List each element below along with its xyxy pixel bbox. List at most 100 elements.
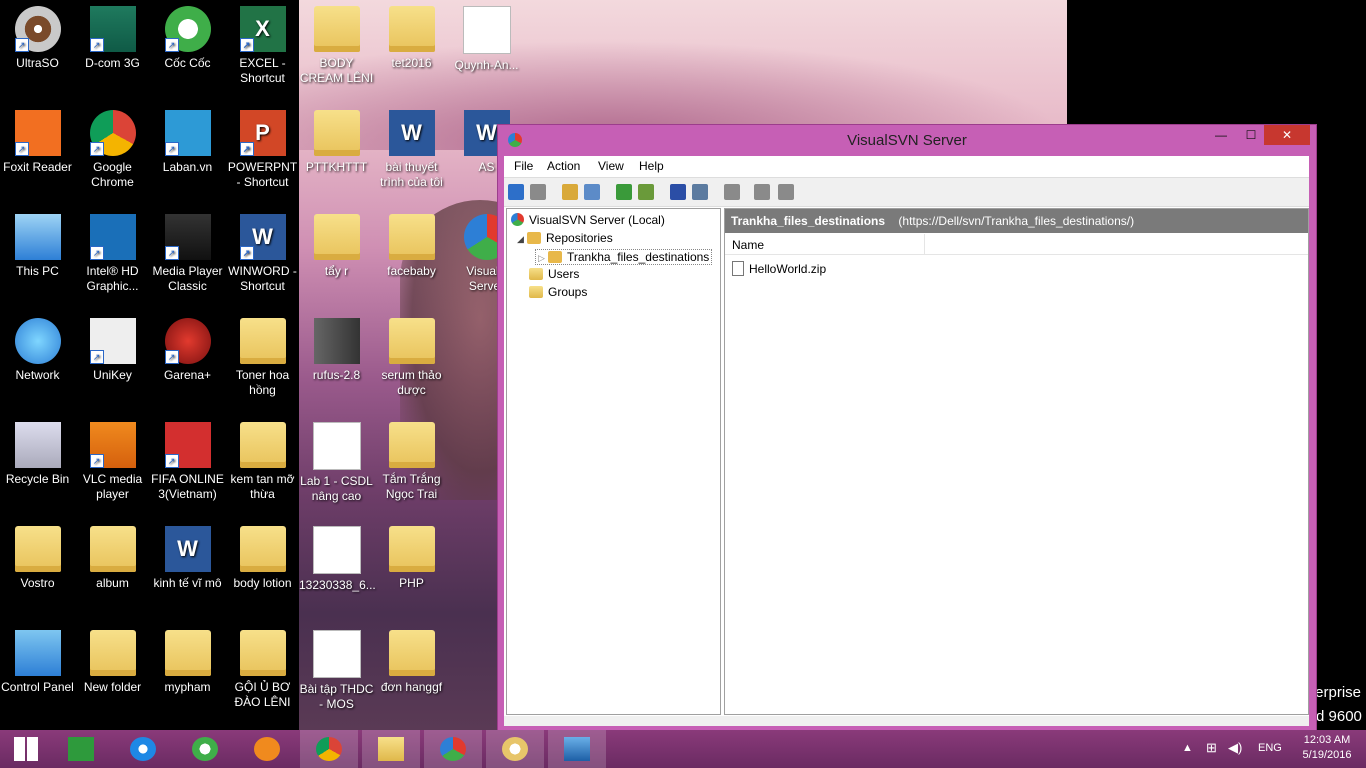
desktop-icon[interactable]: BODY CREAM LÊNI — [299, 0, 374, 86]
desktop-icon-label: POWERPNT - Shortcut — [227, 160, 298, 189]
desktop-icon[interactable]: X ↗ EXCEL - Shortcut — [225, 0, 300, 86]
desktop-icon[interactable]: ↗ D-com 3G — [75, 0, 150, 71]
tree-node-repo[interactable]: ▷ Trankha_files_destinations — [535, 249, 713, 265]
desktop-icon[interactable]: Recycle Bin — [0, 416, 75, 487]
settings-icon[interactable] — [778, 184, 794, 200]
desktop-icon[interactable]: This PC — [0, 208, 75, 279]
desktop-icon[interactable]: ↗ VLC media player — [75, 416, 150, 502]
desktop-icon[interactable]: đơn hanggf — [374, 624, 449, 695]
network-tray-icon[interactable]: ⊞ — [1206, 740, 1217, 756]
volume-icon[interactable]: ◀) — [1228, 740, 1242, 756]
desktop-icon[interactable]: PTTKHTTT — [299, 104, 374, 175]
paint-icon — [502, 737, 528, 761]
up-folder-icon[interactable] — [562, 184, 578, 200]
taskbar-item[interactable] — [362, 730, 420, 768]
clock[interactable]: 12:03 AM 5/19/2016 — [1288, 733, 1366, 763]
shortcut-arrow-icon: ↗ — [239, 142, 254, 156]
desktop-icon[interactable]: ↗ UniKey — [75, 312, 150, 383]
help-icon[interactable] — [670, 184, 686, 200]
desktop-icon[interactable]: ↗ Garena+ — [150, 312, 225, 383]
properties-icon[interactable] — [692, 184, 708, 200]
desktop-icon[interactable]: Vostro — [0, 520, 75, 591]
desktop-icon-label: D-com 3G — [85, 56, 140, 70]
desktop-icon[interactable]: ↗ Intel® HD Graphic... — [75, 208, 150, 294]
tree-node-groups[interactable]: Groups — [529, 285, 587, 299]
taskbar-item[interactable] — [486, 730, 544, 768]
maximize-button[interactable]: ☐ — [1234, 125, 1268, 145]
desktop-icon[interactable]: PHP — [374, 520, 449, 591]
desktop-icon[interactable]: Network — [0, 312, 75, 383]
taskbar-item[interactable] — [548, 730, 606, 768]
desktop-icon[interactable]: Control Panel — [0, 624, 75, 695]
collapse-arrow-icon[interactable]: ▷ — [538, 253, 548, 264]
tree-node-server[interactable]: VisualSVN Server (Local) — [511, 213, 665, 227]
desktop-icon[interactable]: ↗ Cốc Cốc — [150, 0, 225, 71]
desktop-icon[interactable]: 13230338_6... — [299, 520, 376, 593]
desktop-icon[interactable]: GỘI Ủ BƠ ĐÀO LÊNI — [225, 624, 300, 710]
window-titlebar[interactable]: VisualSVN Server — ☐ ✕ — [498, 125, 1316, 155]
taskbar-item[interactable] — [52, 730, 110, 768]
shortcut-arrow-icon: ↗ — [89, 142, 104, 156]
taskbar-item[interactable] — [176, 730, 234, 768]
photo-viewer-icon — [564, 737, 590, 761]
shortcut-arrow-icon: ↗ — [89, 350, 104, 364]
file-explorer-icon — [378, 737, 404, 761]
taskbar-item[interactable] — [0, 730, 58, 768]
export-icon[interactable] — [638, 184, 654, 200]
refresh-icon[interactable] — [616, 184, 632, 200]
desktop-icon[interactable]: W ↗ WINWORD - Shortcut — [225, 208, 300, 294]
menu-view[interactable]: View — [598, 159, 624, 173]
desktop-icon[interactable]: tẩy r — [299, 208, 374, 279]
visualsvn-window: VisualSVN Server — ☐ ✕ File Action View … — [497, 124, 1317, 732]
chrome-icon — [316, 737, 342, 761]
taskbar-item[interactable] — [300, 730, 358, 768]
close-button[interactable]: ✕ — [1264, 125, 1310, 145]
column-divider[interactable] — [924, 234, 925, 254]
desktop-icon[interactable]: ↗ Google Chrome — [75, 104, 150, 190]
photo-icon — [462, 6, 511, 54]
desktop-icon[interactable]: body lotion — [225, 520, 300, 591]
command-icon[interactable] — [754, 184, 770, 200]
minimize-button[interactable]: — — [1204, 125, 1238, 145]
taskbar-item[interactable] — [424, 730, 482, 768]
desktop-icon[interactable]: tet2016 — [374, 0, 449, 71]
menu-help[interactable]: Help — [639, 159, 664, 173]
desktop-icon[interactable]: ↗ UltraSO — [0, 0, 75, 71]
column-name-header[interactable]: Name — [732, 238, 764, 252]
desktop-icon[interactable]: Quynh-An... — [449, 0, 524, 73]
tree-node-repositories[interactable]: ◢ Repositories — [517, 231, 613, 245]
desktop-icon[interactable]: Tắm Trắng Ngọc Trai — [374, 416, 449, 502]
desktop-icon[interactable]: Toner hoa hồng — [225, 312, 300, 398]
desktop-icon[interactable]: serum thảo dược — [374, 312, 449, 398]
desktop-icon[interactable]: rufus-2.8 — [299, 312, 374, 383]
show-hidden-icons-icon[interactable]: ▲ — [1182, 742, 1193, 754]
forward-arrow-icon[interactable] — [530, 184, 546, 200]
desktop-icon[interactable]: Wbài thuyết trình của tôi — [374, 104, 449, 190]
back-arrow-icon[interactable] — [508, 184, 524, 200]
taskbar-item[interactable] — [114, 730, 172, 768]
desktop-icon[interactable]: album — [75, 520, 150, 591]
desktop-icon[interactable]: mypham — [150, 624, 225, 695]
desktop-icon[interactable]: kem tan mỡ thừa — [225, 416, 300, 502]
toolbar — [504, 177, 1309, 207]
desktop-icon[interactable]: ↗ Laban.vn — [150, 104, 225, 175]
desktop-icon[interactable]: facebaby — [374, 208, 449, 279]
desktop-icon[interactable]: Lab 1 - CSDL nâng cao — [299, 416, 374, 504]
desktop-icon-label: album — [96, 576, 129, 590]
expand-arrow-icon[interactable]: ◢ — [517, 234, 527, 245]
taskbar-item[interactable] — [238, 730, 296, 768]
tree-node-users[interactable]: Users — [529, 267, 579, 281]
desktop-icon[interactable]: New folder — [75, 624, 150, 695]
input-language[interactable]: ENG — [1258, 742, 1282, 754]
desktop-icon[interactable]: P ↗ POWERPNT - Shortcut — [225, 104, 300, 190]
desktop-icon[interactable]: ↗ Media Player Classic — [150, 208, 225, 294]
menu-action[interactable]: Action — [547, 159, 580, 173]
desktop-icon[interactable]: ↗ FIFA ONLINE 3(Vietnam) — [150, 416, 225, 502]
new-item-icon[interactable] — [724, 184, 740, 200]
list-item[interactable]: HelloWorld.zip — [732, 261, 826, 276]
menu-file[interactable]: File — [514, 159, 533, 173]
show-tree-icon[interactable] — [584, 184, 600, 200]
desktop-icon[interactable]: Bài tập THDC - MOS — [299, 624, 374, 712]
desktop-icon[interactable]: ↗ Foxit Reader — [0, 104, 75, 175]
desktop-icon[interactable]: Wkinh tế vĩ mô — [150, 520, 225, 591]
